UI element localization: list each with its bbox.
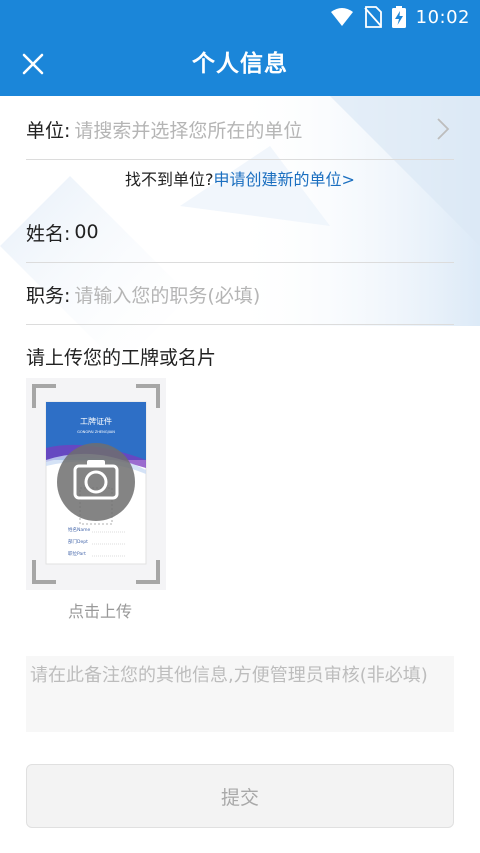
unit-search-field[interactable]: 请搜索并选择您所在的单位 bbox=[74, 116, 454, 143]
unit-not-found: 找不到单位?申请创建新的单位> bbox=[0, 166, 480, 194]
position-row: 职务: 请输入您的职务(必填) bbox=[26, 263, 454, 325]
status-icons: 10:02 bbox=[330, 5, 470, 29]
upload-badge-button[interactable]: 工牌证件 GONGPAI ZHENGJIAN 姓名Name 部门Dept 职位P… bbox=[26, 378, 166, 590]
card-field-dept: 部门Dept bbox=[68, 538, 88, 545]
badge-preview: 工牌证件 GONGPAI ZHENGJIAN 姓名Name 部门Dept 职位P… bbox=[32, 384, 160, 584]
create-unit-link[interactable]: 申请创建新的单位> bbox=[214, 170, 355, 189]
upload-caption: 点击上传 bbox=[67, 602, 132, 621]
submit-button[interactable]: 提交 bbox=[26, 764, 454, 828]
card-title: 工牌证件 bbox=[80, 416, 112, 426]
name-field[interactable]: 00 bbox=[74, 221, 454, 243]
remark-input[interactable] bbox=[26, 656, 454, 732]
position-field[interactable]: 请输入您的职务(必填) bbox=[74, 281, 454, 308]
chevron-right-icon bbox=[437, 118, 450, 140]
name-label: 姓名: bbox=[26, 222, 71, 245]
unit-label: 单位: bbox=[26, 119, 71, 142]
status-bar: 10:02 bbox=[0, 0, 480, 33]
divider bbox=[26, 159, 454, 160]
wifi-icon bbox=[330, 8, 353, 26]
unit-row[interactable]: 单位: 请搜索并选择您所在的单位 bbox=[26, 98, 454, 160]
app-bar: 个人信息 bbox=[0, 33, 480, 96]
page-title: 个人信息 bbox=[192, 51, 288, 77]
card-field-part: 职位Part bbox=[68, 550, 86, 557]
no-sim-icon bbox=[363, 6, 382, 28]
upload-title: 请上传您的工牌或名片 bbox=[26, 347, 217, 369]
position-label: 职务: bbox=[26, 284, 71, 307]
status-time: 10:02 bbox=[415, 6, 470, 28]
card-subtitle: GONGPAI ZHENGJIAN bbox=[77, 430, 115, 434]
battery-charging-icon bbox=[391, 6, 406, 28]
camera-icon bbox=[57, 443, 135, 521]
divider bbox=[26, 324, 454, 325]
name-row: 姓名: 00 bbox=[26, 201, 454, 263]
card-field-name: 姓名Name bbox=[68, 526, 91, 533]
unit-not-found-text: 找不到单位? bbox=[125, 170, 214, 189]
